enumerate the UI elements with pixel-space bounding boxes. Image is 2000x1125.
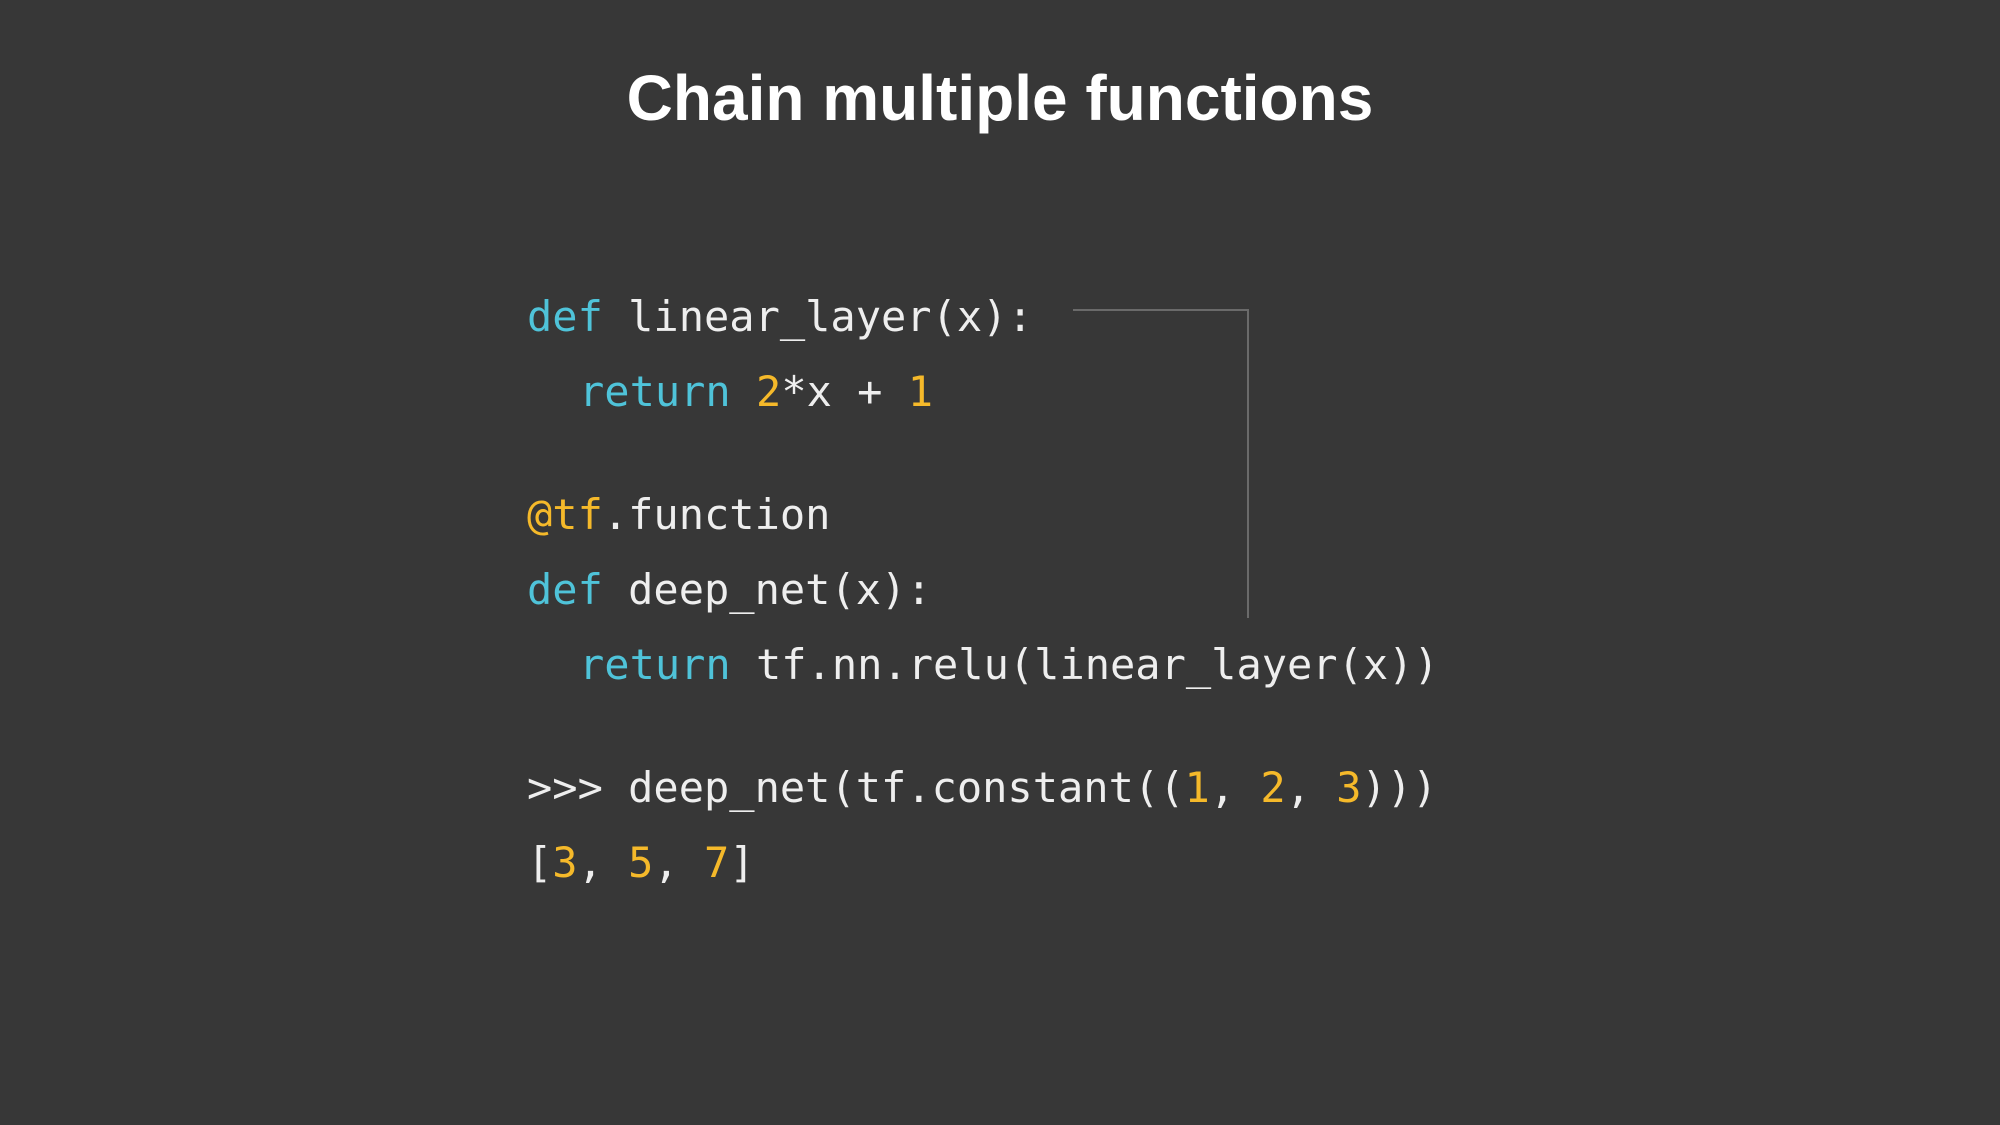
code-number: 1 [1184,763,1210,812]
code-number: 3 [1336,763,1362,812]
code-text: tf.nn.relu(linear_layer(x)) [730,640,1439,689]
code-number: 2 [756,367,782,416]
code-text: ))) [1361,763,1438,812]
code-line-6: >>> deep_net(tf.constant((1, 2, 3))) [527,761,1437,815]
code-number: 7 [704,838,730,887]
code-text: , [1209,763,1261,812]
code-text: ] [729,838,755,887]
code-text: [ [527,838,553,887]
keyword-return: return [579,640,731,689]
code-line-2: return 2*x + 1 [527,365,933,419]
code-line-3: @tf.function [527,488,830,542]
keyword-def: def [527,292,603,341]
code-number: 5 [628,838,654,887]
code-text: , [577,838,629,887]
keyword-return: return [579,367,731,416]
code-line-4: def deep_net(x): [527,563,932,617]
code-line-1: def linear_layer(x): [527,290,1033,344]
code-line-7: [3, 5, 7] [527,836,755,890]
code-text: deep_net(x): [602,565,932,614]
code-line-5: return tf.nn.relu(linear_layer(x)) [527,638,1439,692]
code-text: .function [602,490,831,539]
code-number: 3 [552,838,578,887]
code-text: *x + [781,367,908,416]
decorator: @tf [527,490,603,539]
code-text: >>> deep_net(tf.constant(( [527,763,1185,812]
code-text: , [653,838,705,887]
code-number: 1 [907,367,934,416]
code-block: def linear_layer(x): return 2*x + 1 @tf.… [527,0,1927,1125]
code-text: , [1285,763,1337,812]
code-number: 2 [1260,763,1286,812]
keyword-def: def [527,565,603,614]
slide: Chain multiple functions def linear_laye… [0,0,2000,1125]
code-text: linear_layer(x): [602,292,1033,341]
